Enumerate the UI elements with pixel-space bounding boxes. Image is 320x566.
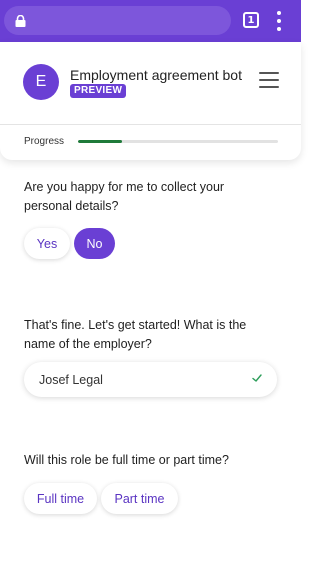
bot-message-employer: That's fine. Let's get started! What is …: [24, 318, 247, 351]
progress-bar: [78, 140, 278, 143]
more-options-icon[interactable]: [272, 11, 286, 31]
header-divider: [0, 124, 301, 125]
address-bar[interactable]: [4, 6, 231, 35]
avatar-letter: E: [35, 73, 47, 90]
employer-answer[interactable]: Josef Legal: [24, 362, 277, 397]
yes-label: Yes: [36, 236, 58, 251]
preview-badge: PREVIEW: [70, 84, 127, 98]
bot-header: E Employment agreement bot PREVIEW Progr…: [0, 42, 301, 160]
full-time-label: Full time: [36, 491, 85, 506]
hamburger-menu-icon[interactable]: [259, 72, 279, 88]
full-time-button[interactable]: Full time: [24, 483, 97, 514]
yes-button[interactable]: Yes: [24, 228, 70, 259]
bot-message-role-type: Will this role be full time or part time…: [24, 453, 229, 467]
avatar: E: [23, 64, 59, 100]
progress-label: Progress: [24, 136, 65, 147]
part-time-label: Part time: [114, 491, 165, 506]
no-label: No: [86, 236, 103, 251]
employer-answer-text: Josef Legal: [39, 373, 103, 387]
progress-fill: [78, 140, 122, 143]
tab-count: 1: [247, 14, 255, 26]
browser-toolbar: 1: [0, 0, 301, 42]
check-icon: [252, 374, 262, 382]
tab-switcher-button[interactable]: 1: [243, 12, 259, 28]
page-title: Employment agreement bot: [70, 67, 242, 83]
lock-icon: [15, 15, 26, 27]
no-button[interactable]: No: [74, 228, 115, 259]
part-time-button[interactable]: Part time: [101, 483, 178, 514]
bot-message-consent: Are you happy for me to collect your per…: [24, 180, 225, 213]
